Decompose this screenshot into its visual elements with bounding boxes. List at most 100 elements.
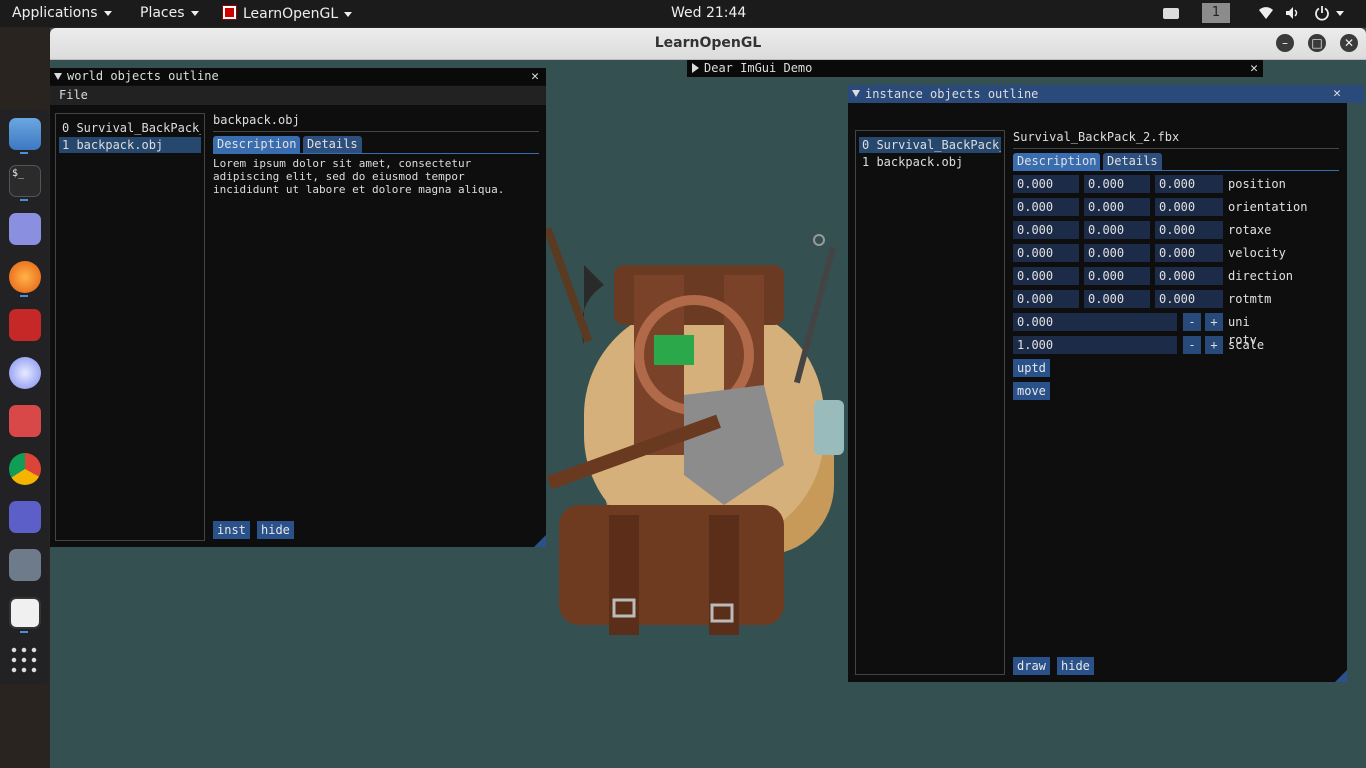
tab-description[interactable]: Description (1013, 153, 1101, 170)
vector-z-field[interactable]: 0.000 (1155, 290, 1223, 308)
top-bar: Applications Places LearnOpenGL Wed 21:4… (0, 0, 1366, 27)
world-object-list: 0 Survival_BackPack_ 1 backpack.obj (55, 113, 205, 541)
vector-y-field[interactable]: 0.000 (1084, 198, 1150, 216)
close-icon[interactable]: ✕ (528, 68, 542, 85)
window-titlebar[interactable]: LearnOpenGL – □ ✕ (50, 28, 1366, 60)
instance-object-list: 0 Survival_BackPack_ 1 backpack.obj (855, 130, 1005, 675)
vector-z-field[interactable]: 0.000 (1155, 221, 1223, 239)
vector-x-field[interactable]: 0.000 (1013, 175, 1079, 193)
collapse-arrow-icon[interactable] (54, 73, 62, 80)
uni-rotv-field[interactable]: 0.000 (1013, 313, 1177, 331)
decrement-button[interactable]: - (1183, 336, 1201, 354)
field-label: direction (1228, 269, 1294, 283)
places-menu[interactable]: Places (140, 5, 199, 21)
chevron-down-icon (190, 10, 199, 16)
increment-button[interactable]: + (1205, 313, 1223, 331)
volume-icon (1286, 7, 1298, 19)
draw-button[interactable]: draw (1013, 657, 1050, 675)
maximize-button[interactable]: □ (1308, 34, 1326, 52)
app-grid-icon[interactable] (9, 645, 41, 677)
applications-menu[interactable]: Applications (12, 5, 112, 21)
chrome-icon[interactable] (9, 453, 41, 485)
description-line: incididunt ut labore et dolore magna ali… (213, 183, 505, 196)
vector-z-field[interactable]: 0.000 (1155, 198, 1223, 216)
chevron-down-icon (344, 11, 353, 17)
resize-grip[interactable] (1335, 670, 1347, 682)
active-app-label: LearnOpenGL (243, 6, 339, 22)
selected-object-name: Survival_BackPack_2.fbx (1013, 130, 1180, 144)
hide-button[interactable]: hide (257, 521, 294, 539)
move-button[interactable]: move (1013, 382, 1050, 400)
vector-x-field[interactable]: 0.000 (1013, 290, 1079, 308)
minimize-button[interactable]: – (1276, 34, 1294, 52)
clock[interactable]: Wed 21:44 (671, 5, 746, 21)
applications-label: Applications (12, 5, 98, 21)
list-item[interactable]: 0 Survival_BackPack_ (59, 120, 201, 136)
description-text: Lorem ipsum dolor sit amet, consectetur … (213, 157, 504, 196)
scale-field[interactable]: 1.000 (1013, 336, 1177, 354)
world-objects-titlebar[interactable]: world objects outline (50, 68, 546, 85)
menu-file[interactable]: File (59, 88, 88, 102)
tab-description[interactable]: Description (213, 136, 301, 153)
opengl-viewport[interactable]: world objects outline ✕ File 0 Survival_… (50, 60, 1366, 768)
close-button[interactable]: ✕ (1340, 34, 1358, 52)
vector-y-field[interactable]: 0.000 (1084, 244, 1150, 262)
active-app-menu[interactable]: LearnOpenGL (222, 5, 353, 22)
backpack-model (544, 227, 844, 635)
vector-x-field[interactable]: 0.000 (1013, 198, 1079, 216)
power-icon[interactable] (1314, 5, 1330, 21)
field-label: orientation (1228, 200, 1308, 214)
vector-x-field[interactable]: 0.000 (1013, 244, 1079, 262)
resize-grip[interactable] (534, 535, 546, 547)
teams-icon[interactable] (9, 501, 41, 533)
dock: $_ (0, 110, 49, 684)
vector-y-field[interactable]: 0.000 (1084, 175, 1150, 193)
vector-z-field[interactable]: 0.000 (1155, 244, 1223, 262)
firefox-icon[interactable] (9, 261, 41, 293)
collapse-arrow-icon[interactable] (852, 90, 860, 97)
list-item-selected[interactable]: 1 backpack.obj (59, 137, 201, 153)
vector-z-field[interactable]: 0.000 (1155, 175, 1223, 193)
close-icon[interactable]: ✕ (1330, 85, 1344, 103)
running-indicator (20, 152, 28, 154)
glasses-icon[interactable] (9, 405, 41, 437)
imgui-demo-window: Dear ImGui Demo ✕ (687, 60, 1263, 77)
vector-y-field[interactable]: 0.000 (1084, 290, 1150, 308)
vector-y-field[interactable]: 0.000 (1084, 221, 1150, 239)
list-item[interactable]: 1 backpack.obj (859, 154, 1001, 170)
uptd-button[interactable]: uptd (1013, 359, 1050, 377)
list-item-selected[interactable]: 0 Survival_BackPack_ (859, 137, 1001, 153)
text-editor-icon[interactable] (9, 213, 41, 245)
vector-y-field[interactable]: 0.000 (1084, 267, 1150, 285)
media-player-icon[interactable] (9, 357, 41, 389)
system-menu-chevron-icon[interactable] (1336, 11, 1344, 16)
files-icon[interactable] (9, 118, 41, 150)
tab-details[interactable]: Details (303, 136, 362, 153)
increment-button[interactable]: + (1205, 336, 1223, 354)
tab-details[interactable]: Details (1103, 153, 1162, 170)
instance-objects-window: instance objects outline ✕ 0 Survival_Ba… (848, 85, 1364, 682)
vector-z-field[interactable]: 0.000 (1155, 267, 1223, 285)
field-label: uni rotv (1228, 315, 1257, 347)
field-label: rotmtm (1228, 292, 1272, 306)
hide-button[interactable]: hide (1057, 657, 1094, 675)
selected-object-name: backpack.obj (213, 113, 300, 127)
decrement-button[interactable]: - (1183, 313, 1201, 331)
field-label: scale (1228, 338, 1265, 352)
settings-icon[interactable] (9, 549, 41, 581)
running-indicator (20, 295, 28, 297)
expand-arrow-icon[interactable] (692, 63, 699, 73)
running-indicator (20, 199, 28, 201)
workspace-indicator[interactable]: 1 (1202, 3, 1230, 23)
cherry-icon[interactable] (9, 309, 41, 341)
instance-objects-titlebar[interactable]: instance objects outline (848, 85, 1364, 103)
terminal-icon[interactable]: $_ (9, 165, 41, 197)
wifi-icon (1259, 7, 1273, 19)
learnopengl-icon[interactable] (9, 597, 41, 629)
vector-x-field[interactable]: 0.000 (1013, 221, 1079, 239)
close-icon[interactable]: ✕ (1247, 60, 1261, 77)
imgui-demo-titlebar[interactable]: Dear ImGui Demo (687, 60, 1264, 77)
vector-x-field[interactable]: 0.000 (1013, 267, 1079, 285)
places-label: Places (140, 5, 185, 21)
inst-button[interactable]: inst (213, 521, 250, 539)
